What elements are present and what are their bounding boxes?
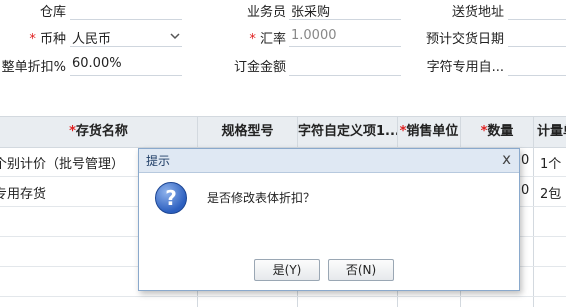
salesperson-value[interactable]: 张采购 <box>291 1 330 20</box>
table-row-2-name[interactable]: 专用存货 <box>0 183 46 202</box>
table-row-2-measure-unit[interactable]: 2包 <box>540 183 561 202</box>
currency-value[interactable]: 人民币 <box>72 28 111 47</box>
salesperson-field[interactable] <box>289 19 401 20</box>
column-label: 计量单 <box>537 124 566 139</box>
dialog-titlebar[interactable]: 提示 x <box>139 149 519 173</box>
salesperson-label: 业务员 <box>246 5 286 20</box>
column-header-sales-unit[interactable]: *销售单位 <box>398 117 460 147</box>
warehouse-field[interactable] <box>70 19 182 20</box>
custom-char-label: 字符专用自... <box>426 60 504 75</box>
question-icon: ? <box>155 182 187 214</box>
currency-field[interactable] <box>70 46 182 47</box>
discount-field[interactable] <box>70 75 182 76</box>
expected-delivery-label: 预计交货日期 <box>425 32 504 47</box>
exchange-rate-label: * 汇率 <box>238 28 286 47</box>
discount-value[interactable]: 60.00% <box>72 56 122 71</box>
exchange-rate-field[interactable] <box>289 46 401 47</box>
column-header-custom-item[interactable]: 字符自定义项1... <box>298 117 397 147</box>
column-label: 数量 <box>487 124 514 139</box>
discount-label: 整单折扣% <box>1 60 66 75</box>
exchange-rate-label-text: 汇率 <box>259 32 286 47</box>
warehouse-label: 仓库 <box>39 5 66 20</box>
no-button[interactable]: 否(N) <box>328 259 394 281</box>
confirm-dialog: 提示 x ? 是否修改表体折扣？ 是(Y) 否(N) <box>138 148 520 291</box>
required-mark: * <box>29 32 36 47</box>
column-header-spec[interactable]: 规格型号 <box>198 117 297 147</box>
column-header-measure-unit[interactable]: 计量单 <box>534 117 566 147</box>
chevron-down-icon[interactable] <box>170 31 180 41</box>
expected-delivery-field[interactable] <box>508 46 566 47</box>
row-divider <box>0 296 566 297</box>
table-row-1-measure-unit[interactable]: 1个 <box>540 153 561 172</box>
yes-button[interactable]: 是(Y) <box>254 259 320 281</box>
column-header-quantity[interactable]: *数量 <box>461 117 533 147</box>
required-mark: * <box>249 32 256 47</box>
delivery-address-field[interactable] <box>508 19 566 20</box>
column-header-inventory-name[interactable]: *存货名称 <box>0 117 197 147</box>
custom-char-field[interactable] <box>508 75 566 76</box>
exchange-rate-value[interactable]: 1.0000 <box>291 28 337 43</box>
currency-label-text: 币种 <box>39 32 66 47</box>
dialog-title: 提示 <box>146 154 171 168</box>
table-row-1-quantity[interactable]: 0 <box>521 153 529 168</box>
close-icon[interactable]: x <box>502 150 511 168</box>
deposit-field[interactable] <box>289 75 401 76</box>
currency-label: * 币种 <box>20 28 66 47</box>
table-row-2-quantity[interactable]: 0 <box>521 183 529 198</box>
deposit-label: 订金金额 <box>233 60 286 75</box>
dialog-message: 是否修改表体折扣？ <box>207 191 316 205</box>
table-header: *存货名称 规格型号 字符自定义项1... *销售单位 *数量 计量单 <box>0 116 566 148</box>
column-label: 存货名称 <box>75 124 128 139</box>
column-divider <box>533 116 534 307</box>
column-label: 销售单位 <box>406 124 459 139</box>
column-label: 字符自定义项1... <box>298 124 397 139</box>
delivery-address-label: 送货地址 <box>451 5 504 20</box>
column-label: 规格型号 <box>221 124 274 139</box>
table-row-1-name[interactable]: 个别计价（批号管理） <box>0 153 124 172</box>
required-mark: * <box>69 124 76 139</box>
